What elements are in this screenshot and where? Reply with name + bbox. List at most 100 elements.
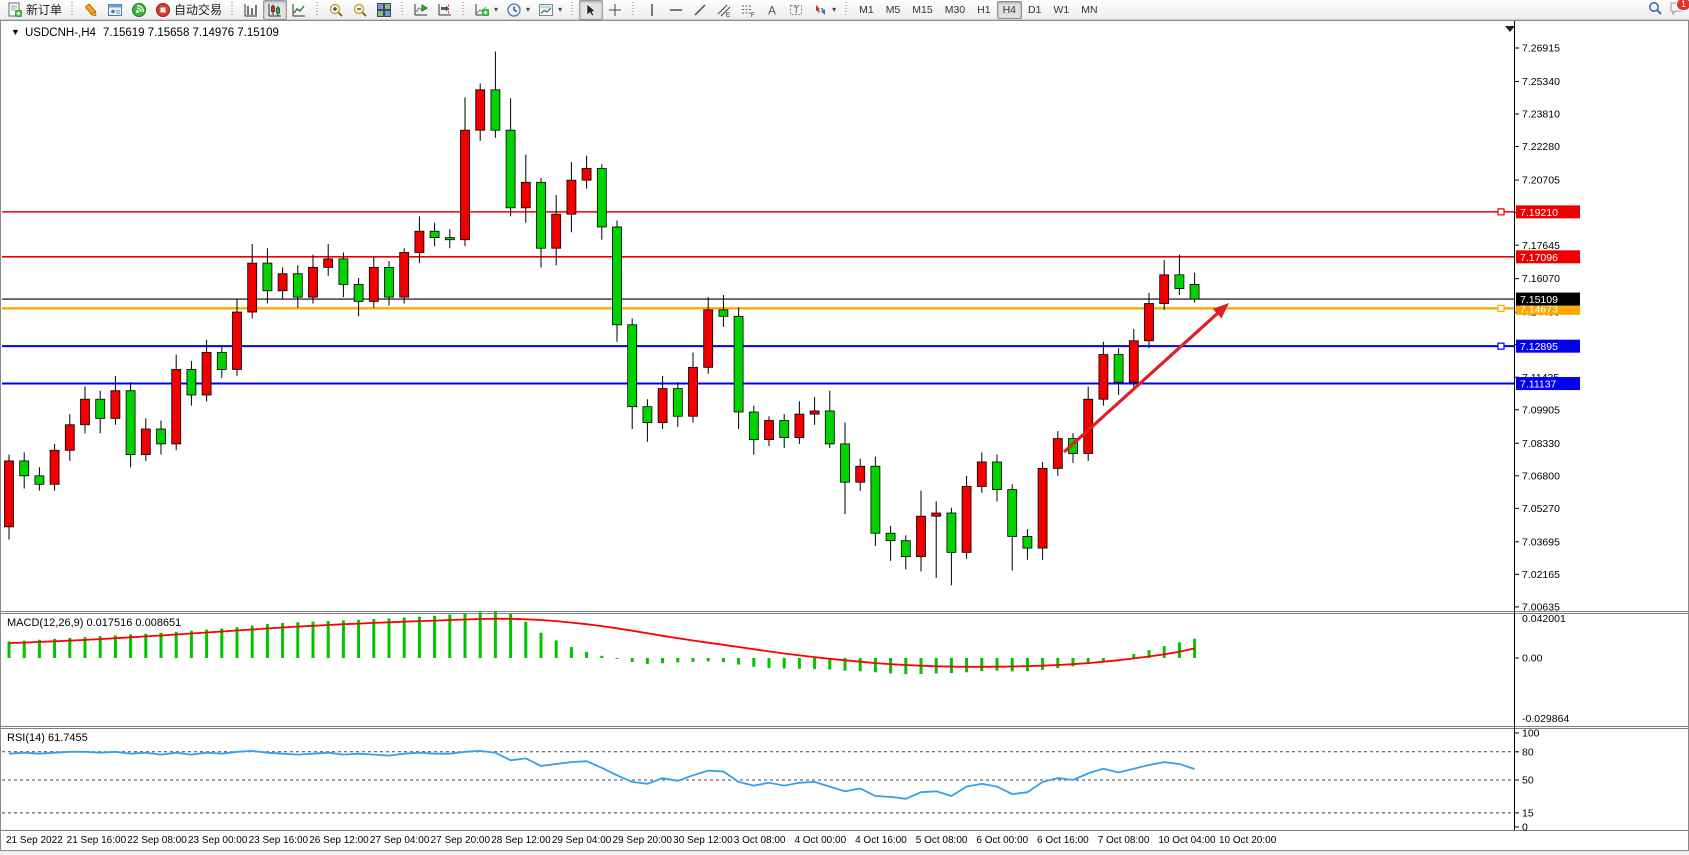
bear-candle	[20, 461, 29, 476]
toolbar-separator	[570, 2, 575, 17]
chart-shift-icon	[437, 2, 453, 18]
text-icon: A	[764, 2, 780, 18]
text-button[interactable]: A	[760, 0, 784, 20]
bull-candle	[552, 214, 561, 248]
y-tick-label: 7.23810	[1522, 109, 1560, 121]
bear-candle	[537, 182, 546, 248]
bear-candle	[1008, 490, 1017, 537]
channel-icon: E	[716, 2, 732, 18]
timeframe-button-m30[interactable]: M30	[939, 1, 971, 19]
bar-chart-button[interactable]	[239, 0, 263, 20]
fibonacci-icon: F	[740, 2, 756, 18]
new-order-button[interactable]: 新订单	[3, 0, 66, 20]
bull-candle	[689, 367, 698, 416]
bull-candle	[81, 399, 90, 425]
bear-candle	[628, 325, 637, 407]
rsi-axis-label: 80	[1522, 746, 1534, 758]
date-label: 4 Oct 00:00	[794, 835, 846, 846]
timeframe-button-h4[interactable]: H4	[997, 1, 1022, 19]
text-label-icon: T	[788, 2, 804, 18]
bear-candle	[901, 541, 910, 557]
timeframe-button-mn[interactable]: MN	[1075, 1, 1103, 19]
chart-shift-button[interactable]	[433, 0, 457, 20]
bull-candle	[50, 450, 59, 484]
arrows-button[interactable]: ▾	[808, 0, 840, 20]
bull-candle	[856, 466, 865, 482]
toolbar-separator	[844, 2, 849, 17]
chart-quote: 7.15619 7.15658 7.14976 7.15109	[103, 27, 279, 39]
bear-candle	[673, 389, 682, 417]
level-price-tag-label: 7.19210	[1520, 207, 1558, 219]
bull-candle	[369, 267, 378, 301]
line-handle[interactable]	[1498, 209, 1504, 215]
candlestick-button[interactable]	[263, 0, 287, 20]
channel-button[interactable]: E	[712, 0, 736, 20]
date-label: 26 Sep 12:00	[309, 835, 369, 846]
date-label: 6 Oct 00:00	[976, 835, 1028, 846]
zoom-in-icon	[328, 2, 344, 18]
line-handle[interactable]	[1498, 305, 1504, 311]
svg-text:A: A	[768, 3, 776, 17]
bull-candle	[5, 461, 14, 527]
date-label: 10 Oct 04:00	[1158, 835, 1216, 846]
bull-candle	[141, 429, 150, 455]
periods-button[interactable]: ▾	[502, 0, 534, 20]
line-handle[interactable]	[1498, 343, 1504, 349]
bear-candle	[293, 274, 302, 297]
terminal-button[interactable]	[103, 0, 127, 20]
crayon-button[interactable]	[79, 0, 103, 20]
chevron-down-icon[interactable]: ▾	[494, 5, 498, 14]
crayon-icon	[83, 2, 99, 18]
zoom-out-button[interactable]	[348, 0, 372, 20]
text-label-button[interactable]: T	[784, 0, 808, 20]
date-label: 3 Oct 08:00	[734, 835, 786, 846]
search-icon[interactable]	[1647, 0, 1663, 19]
price-chart[interactable]: 7.269157.253407.238107.222807.207057.191…	[1, 21, 1688, 850]
date-label: 27 Sep 20:00	[431, 835, 491, 846]
chart-collapse-arrow[interactable]: ▼	[11, 27, 20, 37]
bear-candle	[749, 412, 758, 440]
date-label: 22 Sep 08:00	[127, 835, 187, 846]
fibonacci-button[interactable]: F	[736, 0, 760, 20]
timeframe-button-m1[interactable]: M1	[853, 1, 880, 19]
svg-text:E: E	[726, 12, 730, 18]
auto-scroll-button[interactable]	[409, 0, 433, 20]
trend-line-button[interactable]	[688, 0, 712, 20]
cursor-button[interactable]	[579, 0, 603, 20]
bear-candle	[263, 263, 272, 291]
indicators-button[interactable]: ▾	[470, 0, 502, 20]
bear-candle	[1114, 355, 1123, 383]
vertical-line-button[interactable]	[640, 0, 664, 20]
timeframe-button-h1[interactable]: H1	[971, 1, 996, 19]
svg-text:T: T	[794, 5, 800, 15]
bear-candle	[825, 411, 834, 444]
y-tick-label: 7.25340	[1522, 76, 1560, 88]
rsi-axis-label: 50	[1522, 775, 1534, 787]
timeframe-button-m5[interactable]: M5	[880, 1, 907, 19]
horizontal-line-button[interactable]	[664, 0, 688, 20]
tile-windows-button[interactable]	[372, 0, 396, 20]
templates-button[interactable]: ▾	[534, 0, 566, 20]
bull-candle	[1129, 341, 1138, 382]
crosshair-button[interactable]	[603, 0, 627, 20]
bull-candle	[461, 130, 470, 240]
timeframe-button-d1[interactable]: D1	[1022, 1, 1047, 19]
autotrade-button[interactable]: 自动交易	[151, 0, 226, 20]
chevron-down-icon[interactable]: ▾	[526, 5, 530, 14]
line-chart-button[interactable]	[287, 0, 311, 20]
bull-candle	[248, 263, 257, 312]
signals-icon	[131, 2, 147, 18]
timeframe-group: M1M5M15M30H1H4D1W1MN	[850, 0, 1106, 19]
chevron-down-icon[interactable]: ▾	[558, 5, 562, 14]
date-label: 10 Oct 20:00	[1219, 835, 1277, 846]
timeframe-button-m15[interactable]: M15	[906, 1, 938, 19]
level-price-tag-label: 7.15109	[1520, 294, 1558, 306]
chevron-down-icon[interactable]: ▾	[832, 5, 836, 14]
horizontal-line-icon	[668, 2, 684, 18]
signals-button[interactable]	[127, 0, 151, 20]
bull-candle	[977, 462, 986, 486]
timeframe-button-w1[interactable]: W1	[1047, 1, 1075, 19]
rsi-axis-label: 0	[1522, 822, 1528, 834]
date-label: 23 Sep 00:00	[188, 835, 248, 846]
zoom-in-button[interactable]	[324, 0, 348, 20]
